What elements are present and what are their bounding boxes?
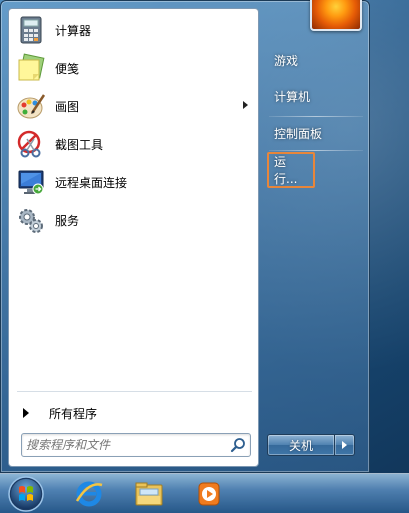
all-programs-label: 所有程序 — [49, 406, 98, 421]
all-programs-button[interactable]: 所有程序 — [13, 399, 255, 427]
shutdown-button[interactable]: 关机 — [267, 434, 335, 456]
windows-explorer-icon[interactable] — [132, 477, 166, 511]
program-label: 计算器 — [55, 23, 92, 38]
search-icon[interactable] — [230, 437, 246, 453]
program-item-services[interactable]: 服务 — [11, 202, 256, 238]
separator — [17, 391, 252, 392]
shutdown-label: 关机 — [288, 438, 313, 453]
separator — [269, 116, 363, 117]
program-label: 便笺 — [55, 61, 80, 76]
program-item-paint[interactable]: 画图 — [11, 88, 256, 124]
menu-item-label: 运行... — [274, 155, 298, 186]
separator — [269, 150, 363, 151]
program-item-snipping-tool[interactable]: 截图工具 — [11, 126, 256, 162]
submenu-arrow-icon — [243, 101, 248, 109]
program-label: 远程桌面连接 — [55, 175, 128, 190]
start-orb-icon[interactable] — [6, 475, 46, 513]
remote-desktop-icon — [15, 166, 47, 198]
menu-item-run[interactable]: 运行... — [267, 152, 315, 188]
program-item-sticky-notes[interactable]: 便笺 — [11, 50, 256, 86]
program-item-remote-desktop[interactable]: 远程桌面连接 — [11, 164, 256, 200]
sticky-notes-icon — [15, 52, 47, 84]
menu-item-games[interactable]: 游戏 — [267, 46, 304, 74]
start-menu: 计算器 便笺 画图 截图工具 远程桌面连接 服务 所有程序 搜索程序和文件 游戏… — [0, 0, 370, 473]
calculator-icon — [15, 14, 47, 46]
program-label: 服务 — [55, 213, 80, 228]
snipping-tool-icon — [15, 128, 47, 160]
user-avatar[interactable] — [310, 0, 362, 31]
internet-explorer-icon[interactable] — [72, 477, 106, 511]
shutdown-group: 关机 — [267, 434, 357, 456]
chevron-right-icon — [342, 441, 347, 449]
expand-arrow-icon — [23, 408, 29, 418]
paint-icon — [15, 90, 47, 122]
search-box — [21, 433, 251, 457]
services-icon — [15, 204, 47, 236]
menu-item-label: 控制面板 — [274, 126, 323, 141]
program-label: 画图 — [55, 99, 80, 114]
menu-item-computer[interactable]: 计算机 — [267, 82, 316, 110]
program-item-calculator[interactable]: 计算器 — [11, 12, 256, 48]
menu-item-label: 计算机 — [274, 89, 311, 104]
media-player-icon[interactable] — [192, 477, 226, 511]
program-label: 截图工具 — [55, 137, 104, 152]
shutdown-options-button[interactable] — [335, 434, 355, 456]
menu-item-label: 游戏 — [274, 53, 299, 68]
taskbar — [0, 473, 409, 513]
start-menu-left-pane: 计算器 便笺 画图 截图工具 远程桌面连接 服务 所有程序 搜索程序和文件 — [8, 8, 259, 467]
menu-item-control-panel[interactable]: 控制面板 — [267, 119, 328, 147]
search-input[interactable] — [26, 436, 222, 454]
